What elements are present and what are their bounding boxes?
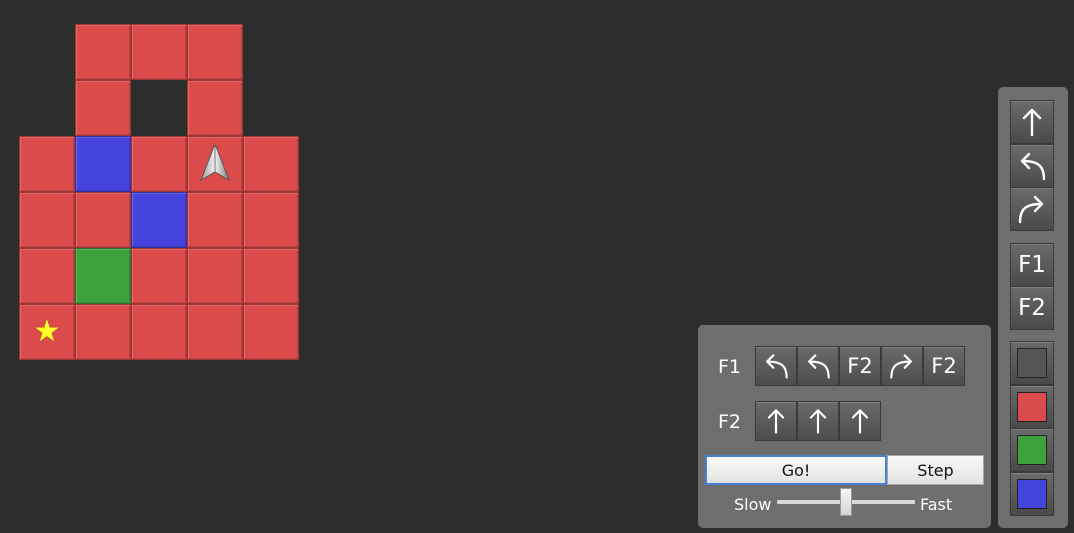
- star-icon: ★: [33, 314, 61, 349]
- f2-slot-3[interactable]: [839, 401, 881, 441]
- left-icon: [1014, 148, 1050, 184]
- forward-icon: [1014, 104, 1050, 140]
- tile-red: [75, 192, 131, 248]
- f2-slot-2[interactable]: [797, 401, 839, 441]
- f2-label: F2: [718, 411, 742, 433]
- palette-f2-button[interactable]: F2: [1010, 286, 1054, 330]
- program-panel: F1 F2 F2 F2 Go! Step Slow Fast: [698, 325, 991, 528]
- f1-slot-5[interactable]: F2: [923, 346, 965, 386]
- step-button[interactable]: Step: [887, 455, 984, 485]
- tile-red: [131, 248, 187, 304]
- tile-red: [19, 192, 75, 248]
- tile-green: [75, 248, 131, 304]
- tile-red: [75, 80, 131, 136]
- tile-red: [131, 24, 187, 80]
- tile-blue: [75, 136, 131, 192]
- f1-slot-2[interactable]: [797, 346, 839, 386]
- fast-label: Fast: [920, 495, 953, 514]
- left-icon: [801, 350, 835, 382]
- tile-red: [187, 24, 243, 80]
- palette-forward-button[interactable]: [1010, 100, 1054, 144]
- palette-color-gray-button[interactable]: [1010, 341, 1054, 385]
- color-swatch-blue: [1017, 479, 1047, 509]
- f1-slot-4[interactable]: [881, 346, 923, 386]
- speed-slider-thumb[interactable]: [840, 488, 852, 516]
- palette-color-red-button[interactable]: [1010, 385, 1054, 429]
- f1-slot-1[interactable]: [755, 346, 797, 386]
- right-icon: [1014, 191, 1050, 227]
- forward-icon: [801, 405, 835, 437]
- tile-red: [19, 248, 75, 304]
- left-icon: [759, 350, 793, 382]
- go-button[interactable]: Go!: [705, 455, 887, 485]
- f1-label: F1: [718, 356, 742, 378]
- tile-red: [75, 24, 131, 80]
- tile-red: [187, 248, 243, 304]
- tile-red: [243, 136, 299, 192]
- tile-red: [131, 304, 187, 360]
- right-icon: [885, 350, 919, 382]
- slow-label: Slow: [734, 495, 772, 514]
- forward-icon: [759, 405, 793, 437]
- forward-icon: [843, 405, 877, 437]
- tile-red: [243, 304, 299, 360]
- tile-red: [19, 136, 75, 192]
- tile-blue: [131, 192, 187, 248]
- tile-red: [187, 80, 243, 136]
- command-palette: F1 F2: [998, 87, 1068, 528]
- tile-red: [243, 192, 299, 248]
- palette-color-green-button[interactable]: [1010, 428, 1054, 472]
- palette-f1-button[interactable]: F1: [1010, 243, 1054, 287]
- palette-right-button[interactable]: [1010, 187, 1054, 231]
- color-swatch-gray: [1017, 348, 1047, 378]
- f2-slot-1[interactable]: [755, 401, 797, 441]
- tile-red: [131, 136, 187, 192]
- game-stage: ★ F1 F2 F2 F2 Go! Step Slow Fast F1 F2: [0, 0, 1074, 533]
- tile-red: [75, 304, 131, 360]
- color-swatch-red: [1017, 392, 1047, 422]
- tile-red: [187, 192, 243, 248]
- f1-slot-3[interactable]: F2: [839, 346, 881, 386]
- palette-color-blue-button[interactable]: [1010, 472, 1054, 516]
- robot-arrow-icon: [187, 136, 243, 192]
- tile-red: [187, 304, 243, 360]
- palette-left-button[interactable]: [1010, 144, 1054, 188]
- color-swatch-green: [1017, 435, 1047, 465]
- tile-red: [243, 248, 299, 304]
- game-board: ★: [19, 24, 299, 360]
